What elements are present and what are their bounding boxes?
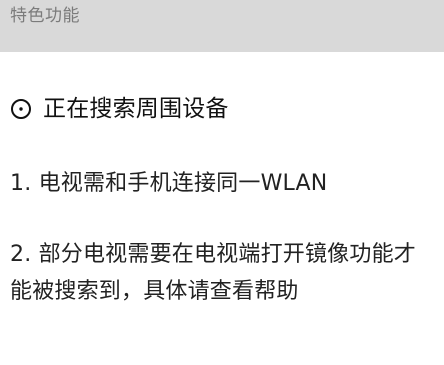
device-search-panel: 正在搜索周围设备 1. 电视需和手机连接同一WLAN 2. 部分电视需要在电视端… <box>0 52 444 365</box>
wlan-connection-tip: 1. 电视需和手机连接同一WLAN <box>10 171 328 196</box>
search-status: 正在搜索周围设备 <box>10 92 229 126</box>
feature-section-title: 特色功能 <box>10 6 80 26</box>
spinner-icon <box>10 98 32 120</box>
feature-section-header: 特色功能 <box>0 0 444 52</box>
mirroring-help-tip: 2. 部分电视需要在电视端打开镜像功能才能被搜索到，具体请查看帮助 <box>10 242 416 304</box>
search-status-text: 正在搜索周围设备 <box>43 96 229 122</box>
